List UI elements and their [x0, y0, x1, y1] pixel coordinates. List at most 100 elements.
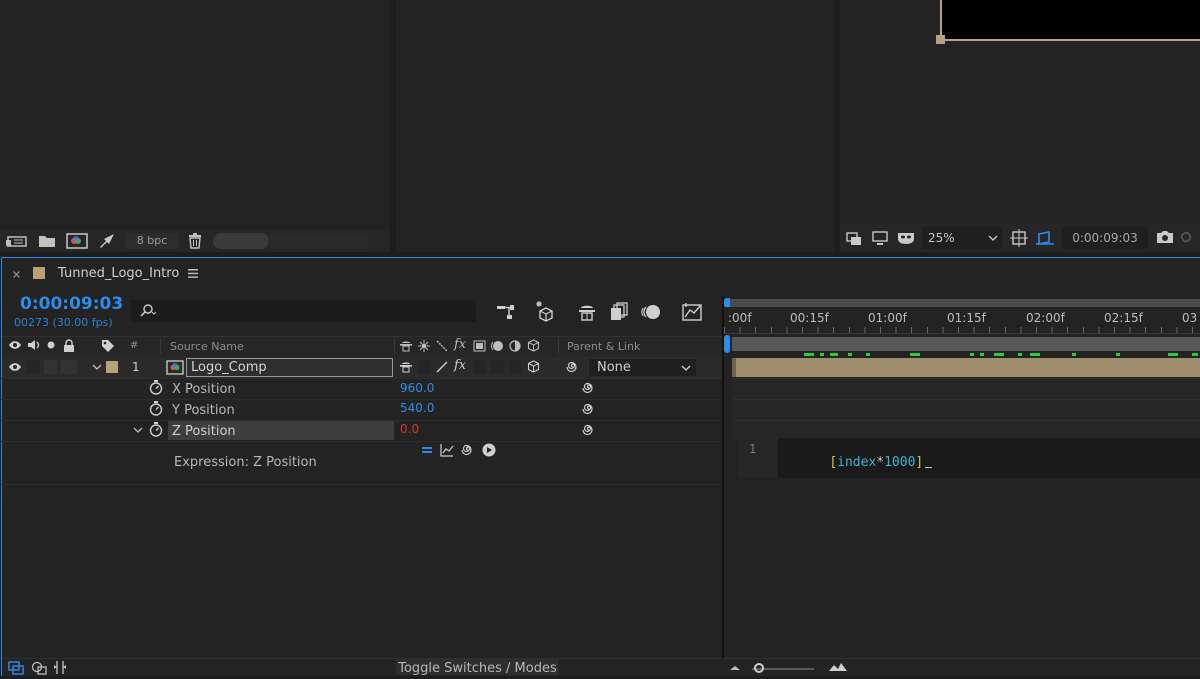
expression-pick-whip-icon[interactable] — [582, 423, 596, 437]
cache-marker — [1116, 353, 1120, 356]
expression-code[interactable]: [index*1000] — [798, 440, 933, 485]
adjustment-switch-box[interactable] — [509, 360, 522, 374]
expression-graph-icon[interactable] — [440, 443, 454, 457]
snapshot-show-icon[interactable] — [846, 230, 862, 246]
property-value-y[interactable]: 540.0 — [400, 401, 434, 415]
viewer-toolbar: 25% 0:00:09:03 — [840, 224, 1200, 252]
region-of-interest-icon[interactable] — [1010, 229, 1028, 247]
folder-icon[interactable] — [38, 234, 56, 248]
work-area-bar[interactable] — [732, 337, 1200, 351]
frame-info-value: 00273 (30.00 fps) — [14, 316, 113, 329]
row-separator — [0, 378, 722, 379]
stopwatch-icon[interactable] — [149, 422, 163, 437]
close-icon[interactable] — [13, 271, 20, 278]
trash-icon[interactable] — [188, 233, 202, 249]
interpret-footage-icon[interactable] — [6, 234, 28, 248]
property-name-z[interactable]: Z Position — [172, 424, 236, 439]
column-source-name[interactable]: Source Name — [170, 340, 244, 353]
video-toggle-icon[interactable] — [8, 340, 22, 350]
timeline-tab[interactable]: Tunned_Logo_Intro — [8, 262, 208, 286]
audio-switch-box[interactable] — [27, 360, 40, 374]
draft-3d-icon[interactable] — [534, 300, 556, 322]
quality-switch-icon[interactable] — [436, 361, 448, 373]
twirl-down-icon[interactable] — [133, 427, 143, 434]
link-icon[interactable] — [1180, 230, 1198, 244]
layer-search-input[interactable] — [131, 300, 476, 322]
solo-switch-box[interactable] — [44, 360, 57, 374]
column-parent-link[interactable]: Parent & Link — [567, 340, 640, 353]
layer-label-color[interactable] — [106, 361, 118, 373]
mask-visibility-icon[interactable] — [896, 230, 916, 246]
layer-visibility-icon[interactable] — [8, 362, 22, 372]
parent-dropdown[interactable]: None — [589, 359, 696, 376]
bpc-button[interactable]: 8 bpc — [125, 233, 179, 249]
time-navigator[interactable] — [728, 299, 1200, 307]
layer-name-field[interactable]: Logo_Comp — [186, 358, 393, 377]
toggle-switches-modes-button[interactable]: Toggle Switches / Modes — [396, 659, 559, 676]
current-time-indicator[interactable] — [724, 335, 730, 353]
time-ruler[interactable]: :00f 00:15f 01:00f 01:15f 02:00f 02:15f … — [724, 307, 1200, 334]
zoom-dropdown[interactable]: 25% — [922, 227, 1002, 249]
audio-toggle-icon[interactable] — [27, 339, 41, 351]
comp-flowchart-icon[interactable] — [496, 303, 516, 321]
canvas-handle[interactable] — [936, 35, 945, 44]
expression-editor[interactable]: 1 [index*1000] — [738, 438, 1200, 478]
ruler-label: 02:00f — [1026, 311, 1065, 325]
text-cursor — [925, 467, 933, 468]
transparency-grid-icon[interactable] — [1036, 229, 1054, 247]
shy-switch-icon[interactable] — [399, 361, 413, 373]
zoom-in-icon[interactable] — [828, 662, 848, 672]
ruler-label: 02:15f — [1104, 311, 1143, 325]
shy-layers-icon[interactable] — [577, 303, 597, 321]
render-queue-icon[interactable] — [98, 233, 116, 249]
stopwatch-icon[interactable] — [149, 380, 163, 395]
layer-in-point[interactable] — [732, 358, 736, 377]
lock-switch-box[interactable] — [61, 360, 77, 374]
transfer-controls-pane-icon[interactable] — [31, 661, 47, 675]
lock-toggle-icon[interactable] — [63, 339, 75, 352]
layer-duration-bar[interactable] — [732, 358, 1200, 377]
cache-marker — [848, 353, 852, 356]
layer-switches-pane-icon[interactable] — [8, 661, 24, 675]
zoom-out-icon[interactable] — [728, 664, 742, 672]
row-separator — [0, 441, 722, 442]
expression-pick-whip-icon[interactable] — [582, 402, 596, 416]
collapse-switch-box[interactable] — [418, 360, 431, 374]
zoom-slider-handle[interactable] — [754, 663, 764, 673]
monitor-icon[interactable] — [872, 230, 888, 246]
effect-controls-panel — [396, 0, 834, 252]
motion-blur-icon[interactable] — [640, 302, 662, 322]
track-row — [732, 378, 1200, 400]
current-time[interactable]: 0:00:09:03 — [20, 294, 123, 314]
expression-gutter — [738, 438, 778, 478]
3d-layer-switch-icon[interactable] — [527, 360, 540, 373]
in-out-pane-icon[interactable] — [53, 660, 67, 675]
stopwatch-icon[interactable] — [149, 401, 163, 416]
frame-blending-icon[interactable] — [609, 302, 629, 322]
menu-icon[interactable] — [188, 269, 198, 278]
frame-blend-switch-box[interactable] — [473, 360, 486, 374]
property-value-x[interactable]: 960.0 — [400, 381, 434, 395]
cache-marker — [804, 353, 814, 356]
expression-enable-icon[interactable] — [420, 443, 434, 457]
expression-language-menu-icon[interactable] — [482, 443, 496, 457]
motion-blur-switch-box[interactable] — [491, 360, 504, 374]
effects-switch-icon[interactable]: fx — [454, 358, 466, 373]
expression-pick-whip-icon[interactable] — [582, 381, 596, 395]
solo-toggle-icon[interactable] — [47, 341, 55, 349]
label-tag-icon[interactable] — [101, 339, 115, 352]
ruler-ticks — [724, 327, 1200, 333]
camera-icon[interactable] — [1156, 230, 1174, 244]
pick-whip-icon[interactable] — [566, 360, 580, 374]
new-composition-icon[interactable] — [66, 233, 88, 249]
composition-viewer: 25% 0:00:09:03 — [840, 0, 1200, 252]
cache-marker — [994, 353, 1004, 356]
tab-title: Tunned_Logo_Intro — [58, 266, 180, 281]
quality-switch-icon — [436, 340, 448, 352]
graph-editor-icon[interactable] — [682, 302, 702, 322]
layer-twirl-icon[interactable] — [92, 364, 102, 371]
expression-pick-whip-icon[interactable] — [461, 443, 475, 457]
property-value-z[interactable]: 0.0 — [400, 422, 419, 436]
project-scrollbar[interactable] — [213, 233, 269, 249]
viewer-timecode-field[interactable]: 0:00:09:03 — [1062, 227, 1148, 249]
